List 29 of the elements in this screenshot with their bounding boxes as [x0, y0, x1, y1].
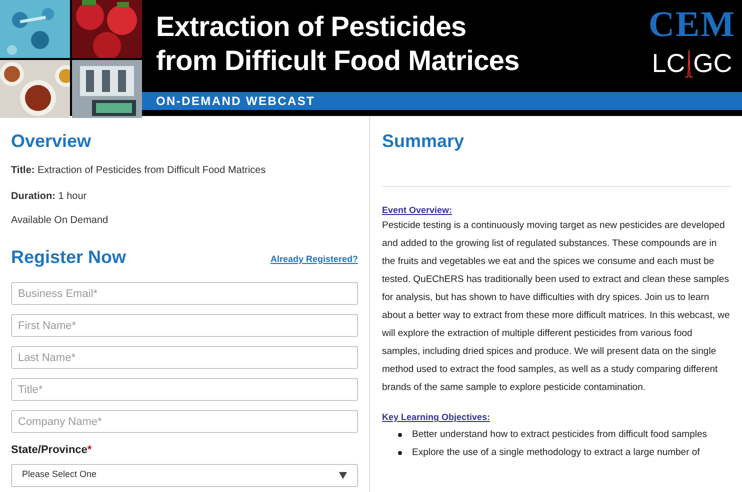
input-field[interactable]: Business Email* [11, 282, 358, 305]
state-select[interactable]: Please Select One [11, 464, 358, 486]
logo: CEM [648, 4, 736, 44]
input-field[interactable]: Title* [11, 378, 358, 401]
objective-text: Better understand how to extract pesticides from difficult food samples [412, 428, 708, 442]
logo: GC [693, 48, 732, 78]
bullet-icon [398, 433, 402, 437]
already-registered-link[interactable]: Already Registered? [270, 252, 358, 266]
section-heading: Register Now [11, 246, 126, 268]
bullet-icon [398, 451, 402, 455]
input-field[interactable]: Company Name* [11, 410, 358, 433]
banner-title: Extraction of Pesticides [156, 10, 468, 44]
banner-subtitle: ON-DEMAND WEBCAST [156, 93, 316, 110]
logo: LC [652, 48, 686, 78]
detail-text: Title: Extraction of Pesticides from Difficult Food Matrices [11, 164, 267, 178]
input-field[interactable]: First Name* [11, 314, 358, 337]
peak-icon [685, 48, 694, 78]
section-heading: Summary [382, 130, 466, 152]
objective-text: Explore the use of a single methodology to extract a large number of [412, 446, 700, 460]
detail-text: Available On Demand [11, 214, 110, 228]
objectives-heading: Key Learning Objectives: [382, 411, 492, 423]
dropdown-arrow-icon [339, 472, 347, 478]
section-heading: Overview [11, 130, 92, 152]
field-label: State/Province* [11, 443, 93, 458]
input-field[interactable]: Last Name* [11, 346, 358, 369]
detail-text: Duration: 1 hour [11, 190, 88, 204]
banner-title: from Difficult Food Matrices [156, 44, 520, 78]
event-description: Pesticide testing is a continuously moving target as new pesticides are developed and added to the growing list of regulated substances. These compounds are in the fruits and vegetables we eat and the spices we consume and each must be tested. QuEChERS has traditionally been used to extract and clean these samples for analysis, but has shown to have difficulties with dry spices. Join us to learn about a better way to extract from these more difficult matrices. In this webcast, we will explore the extraction of multiple different pesticides from various food samples, including dried spices and produce. We will present data on the single method used to extract the food samples, as well as a study comparing different brands of the same sample to explore pesticide contamination. [382, 219, 731, 395]
event-overview-heading: Event Overview: [382, 204, 454, 216]
